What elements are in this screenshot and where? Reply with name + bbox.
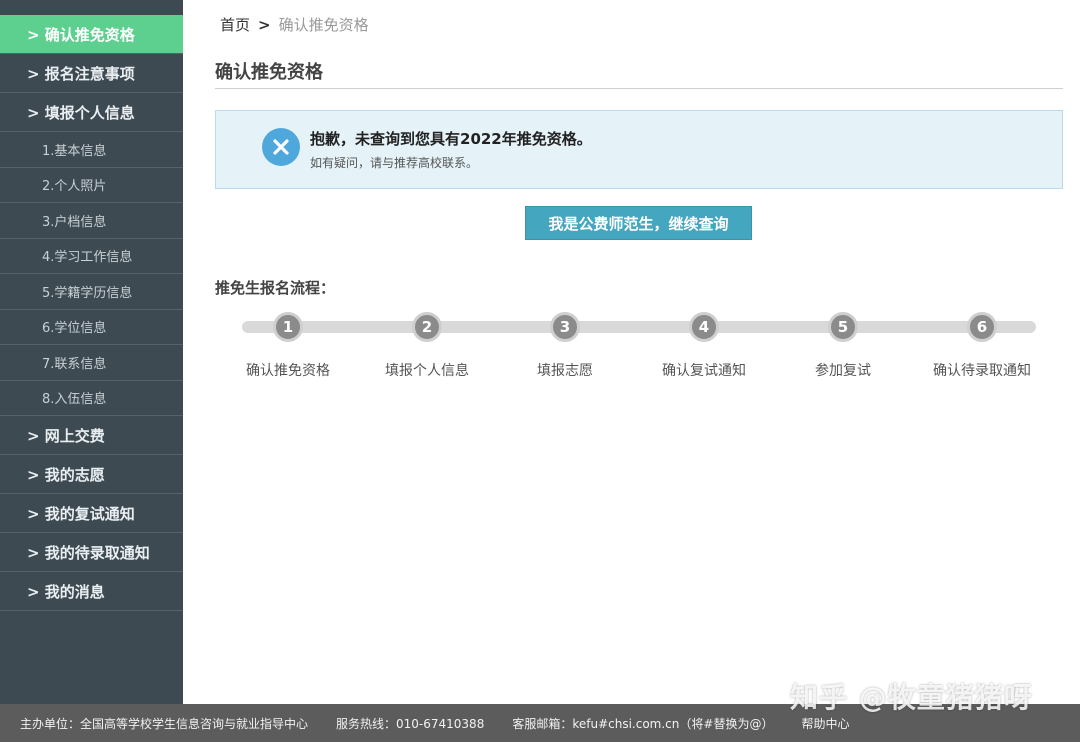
flow-step: 3 填报志愿: [500, 312, 630, 380]
step-label: 确认复试通知: [662, 363, 746, 379]
sidebar-item-degree[interactable]: 6.学位信息: [0, 310, 183, 345]
sidebar-item-contact[interactable]: 7.联系信息: [0, 345, 183, 381]
sidebar-item-label: 7.联系信息: [42, 356, 107, 372]
sidebar-item-label: > 我的复试通知: [27, 504, 135, 523]
sidebar-item-my-choices[interactable]: > 我的志愿: [0, 455, 183, 494]
sidebar-item-retest-notice[interactable]: > 我的复试通知: [0, 494, 183, 533]
page-title: 确认推免资格: [215, 62, 323, 83]
step-label: 参加复试: [815, 363, 871, 379]
sidebar-item-label: > 填报个人信息: [27, 103, 135, 122]
sidebar-item-label: 5.学籍学历信息: [42, 285, 133, 301]
sidebar-item-label: 8.入伍信息: [42, 392, 107, 408]
sidebar-item-messages[interactable]: > 我的消息: [0, 572, 183, 611]
footer-organizer: 主办单位：全国高等学校学生信息咨询与就业指导中心: [20, 716, 309, 731]
flow-step: 2 填报个人信息: [362, 312, 492, 380]
sidebar-item-household[interactable]: 3.户档信息: [0, 203, 183, 239]
step-number-badge: 3: [550, 312, 580, 342]
breadcrumb: 首页 > 确认推免资格: [220, 14, 369, 35]
sidebar-item-label: 6.学位信息: [42, 321, 107, 337]
footer-help-link[interactable]: 帮助中心: [801, 715, 849, 732]
step-number-badge: 6: [967, 312, 997, 342]
step-label: 确认待录取通知: [933, 363, 1031, 379]
sidebar: > 确认推免资格 > 报名注意事项 > 填报个人信息 1.基本信息 2.个人照片…: [0, 0, 183, 704]
footer-hotline: 服务热线：010-67410388: [336, 716, 485, 731]
flow-step: 1 确认推免资格: [223, 312, 353, 380]
sidebar-item-education[interactable]: 5.学籍学历信息: [0, 274, 183, 310]
flow-step: 4 确认复试通知: [639, 312, 769, 380]
step-label: 填报个人信息: [385, 363, 469, 379]
step-number-badge: 2: [412, 312, 442, 342]
breadcrumb-home-link[interactable]: 首页: [220, 14, 250, 35]
footer-email: 客服邮箱：kefu#chsi.com.cn（将#替换为@）: [512, 716, 774, 731]
sidebar-item-label: > 报名注意事项: [27, 64, 135, 83]
sidebar-item-personal-info[interactable]: > 填报个人信息: [0, 93, 183, 132]
step-label: 确认推免资格: [246, 363, 330, 379]
sidebar-item-admission-notice[interactable]: > 我的待录取通知: [0, 533, 183, 572]
continue-query-button[interactable]: 我是公费师范生，继续查询: [525, 206, 752, 240]
breadcrumb-current: 确认推免资格: [278, 16, 369, 34]
alert-message: 抱歉，未查询到您具有2022年推免资格。: [310, 130, 592, 148]
breadcrumb-separator: >: [258, 15, 271, 34]
sidebar-item-photo[interactable]: 2.个人照片: [0, 168, 183, 203]
close-circle-icon: [262, 128, 300, 166]
flow-step: 6 确认待录取通知: [917, 312, 1047, 380]
sidebar-item-military[interactable]: 8.入伍信息: [0, 381, 183, 416]
sidebar-item-label: > 我的消息: [27, 582, 105, 601]
sidebar-item-label: 3.户档信息: [42, 214, 107, 230]
sidebar-item-label: > 确认推免资格: [27, 25, 135, 44]
sidebar-item-payment[interactable]: > 网上交费: [0, 416, 183, 455]
sidebar-item-study-work[interactable]: 4.学习工作信息: [0, 239, 183, 274]
sidebar-item-label: 1.基本信息: [42, 143, 107, 159]
step-label: 填报志愿: [537, 363, 593, 379]
sidebar-item-label: > 我的待录取通知: [27, 543, 150, 562]
alert-subtext: 如有疑问，请与推荐高校联系。: [310, 156, 479, 170]
sidebar-item-label: 4.学习工作信息: [42, 250, 133, 266]
step-number-badge: 5: [828, 312, 858, 342]
watermark: 知乎 @牧童猪猪呀: [790, 681, 1033, 714]
sidebar-item-label: > 我的志愿: [27, 465, 105, 484]
error-alert: 抱歉，未查询到您具有2022年推免资格。 如有疑问，请与推荐高校联系。: [215, 110, 1063, 189]
sidebar-item-basic-info[interactable]: 1.基本信息: [0, 132, 183, 168]
sidebar-item-confirm-qualification[interactable]: > 确认推免资格: [0, 15, 183, 54]
sidebar-item-registration-notes[interactable]: > 报名注意事项: [0, 54, 183, 93]
step-number-badge: 4: [689, 312, 719, 342]
sidebar-item-label: > 网上交费: [27, 426, 105, 445]
sidebar-item-label: 2.个人照片: [42, 179, 107, 195]
title-divider: [215, 88, 1063, 89]
step-number-badge: 1: [273, 312, 303, 342]
flow-heading: 推免生报名流程：: [215, 279, 336, 297]
flow-step: 5 参加复试: [778, 312, 908, 380]
